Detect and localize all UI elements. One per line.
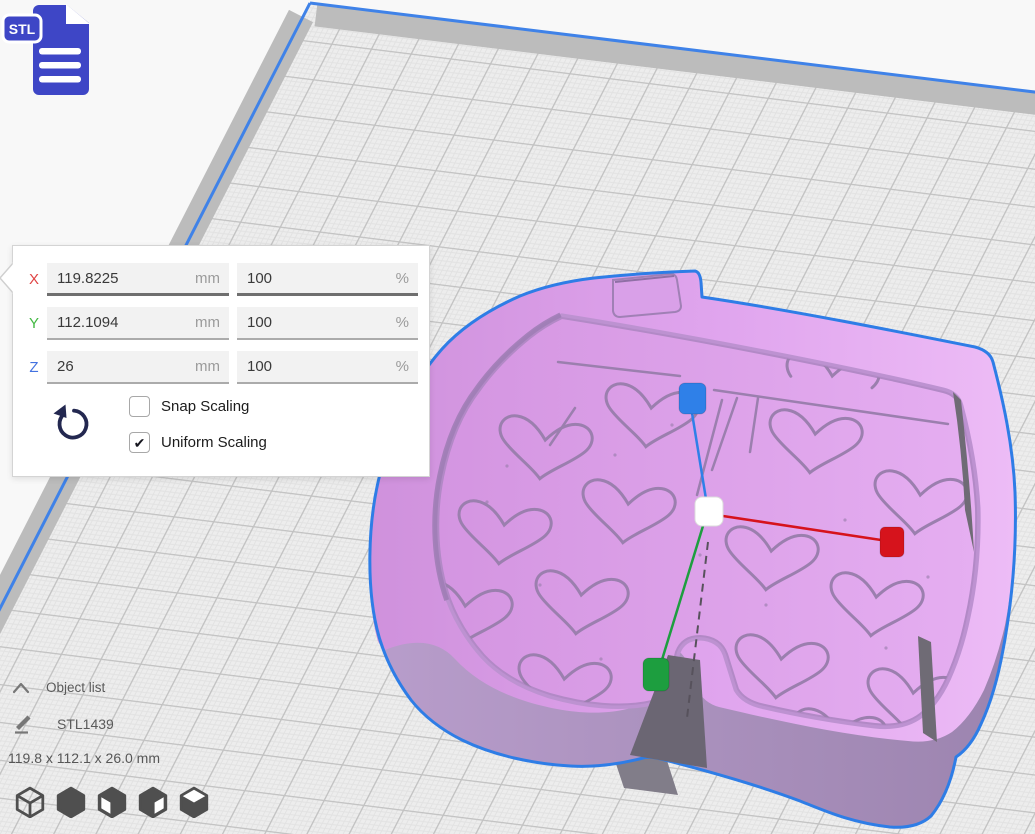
snap-scaling-checkbox[interactable] xyxy=(129,396,150,417)
z-size-field[interactable]: mm xyxy=(47,351,229,384)
cube-side-face-icon xyxy=(138,786,168,818)
chevron-up-icon xyxy=(12,682,30,694)
z-percent-field[interactable]: % xyxy=(237,351,418,384)
x-percent-unit: % xyxy=(396,270,418,287)
object-name: STL1439 xyxy=(57,716,114,732)
x-percent-field[interactable]: % xyxy=(237,263,418,296)
object-list-item[interactable]: STL1439 xyxy=(13,713,114,735)
z-size-input[interactable] xyxy=(47,358,195,375)
stl-badge-label: STL xyxy=(9,21,36,37)
cube-top-face-icon xyxy=(179,786,209,818)
view-side-button[interactable] xyxy=(138,786,168,818)
y-percent-unit: % xyxy=(396,314,418,331)
stl-file-icon[interactable]: STL xyxy=(1,1,95,101)
gizmo-z-handle[interactable] xyxy=(679,383,706,414)
view-front-face-button[interactable] xyxy=(97,786,127,818)
reset-arrow-icon xyxy=(49,402,93,446)
pencil-icon xyxy=(13,713,35,735)
gizmo-y-handle[interactable] xyxy=(643,658,669,691)
reset-scale-button[interactable] xyxy=(49,402,93,446)
y-size-field[interactable]: mm xyxy=(47,307,229,340)
model-dimensions-readout: 119.8 x 112.1 x 26.0 mm xyxy=(8,750,160,766)
panel-pointer xyxy=(0,262,14,294)
gizmo-x-handle[interactable] xyxy=(880,527,904,557)
slicer-app-window: STL X mm % Y mm xyxy=(0,0,1035,834)
camera-view-toolbar xyxy=(15,786,209,818)
stl-document-icon: STL xyxy=(1,1,95,101)
scale-row-y: Y mm % xyxy=(21,307,418,340)
cube-solid-icon xyxy=(56,786,86,818)
uniform-scaling-checkbox[interactable]: ✔ xyxy=(129,432,150,453)
cube-front-face-icon xyxy=(97,786,127,818)
view-front-button[interactable] xyxy=(56,786,86,818)
x-percent-input[interactable] xyxy=(237,270,396,287)
z-size-unit: mm xyxy=(195,358,229,375)
object-list-toggle[interactable]: Object list xyxy=(12,680,105,695)
scale-tool-panel: X mm % Y mm % Z mm xyxy=(12,245,430,477)
object-list-label: Object list xyxy=(46,680,105,695)
scale-row-x: X mm % xyxy=(21,263,418,296)
snap-scaling-label: Snap Scaling xyxy=(161,398,249,415)
y-percent-field[interactable]: % xyxy=(237,307,418,340)
y-percent-input[interactable] xyxy=(237,314,396,331)
cube-outline-icon xyxy=(15,786,45,818)
x-axis-label: X xyxy=(21,263,47,296)
x-size-field[interactable]: mm xyxy=(47,263,229,296)
uniform-scaling-label: Uniform Scaling xyxy=(161,434,267,451)
y-axis-label: Y xyxy=(21,307,47,340)
z-percent-input[interactable] xyxy=(237,358,396,375)
gizmo-center-handle[interactable] xyxy=(695,497,723,526)
y-size-input[interactable] xyxy=(47,314,195,331)
x-size-input[interactable] xyxy=(47,270,195,287)
uniform-scaling-checkbox-row[interactable]: ✔ Uniform Scaling xyxy=(129,432,267,453)
z-percent-unit: % xyxy=(396,358,418,375)
y-size-unit: mm xyxy=(195,314,229,331)
x-size-unit: mm xyxy=(195,270,229,287)
z-axis-label: Z xyxy=(21,351,47,384)
view-3d-button[interactable] xyxy=(15,786,45,818)
scale-row-z: Z mm % xyxy=(21,351,418,384)
snap-scaling-checkbox-row[interactable]: Snap Scaling xyxy=(129,396,249,417)
view-top-button[interactable] xyxy=(179,786,209,818)
